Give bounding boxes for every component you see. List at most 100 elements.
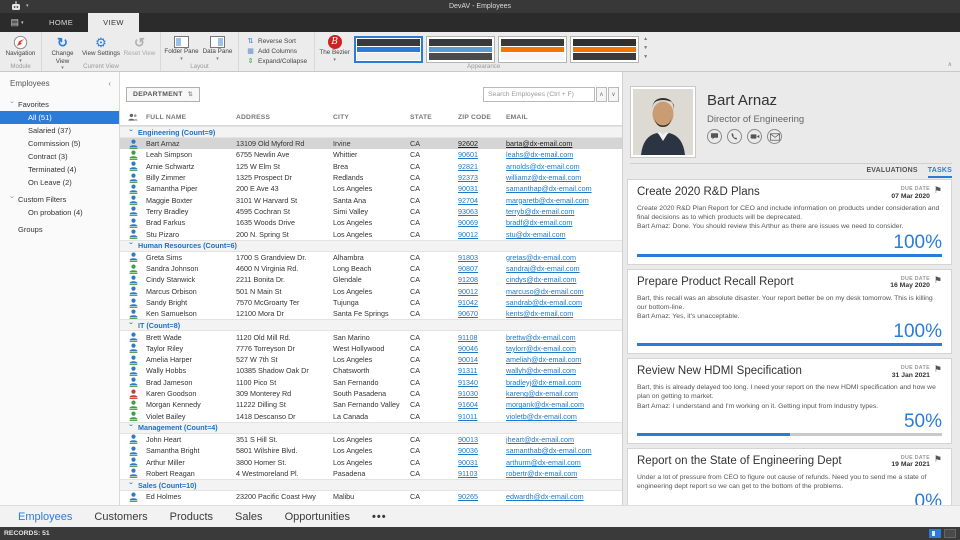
email-link[interactable]: jheart@dx-email.com [506,435,574,444]
employee-row-brad-jameson[interactable]: Brad Jameson1100 Pico StSan FernandoCA91… [120,377,622,388]
zip-link[interactable]: 90031 [458,184,478,193]
email-link[interactable]: wallyh@dx-email.com [506,366,576,375]
email-link[interactable]: edwardh@dx-email.com [506,492,584,501]
qat-dropdown-icon[interactable]: ▾ [26,3,29,9]
app-menu-button[interactable]: ▤ ▾ [0,13,34,32]
flag-icon[interactable]: ⚑ [934,186,942,195]
tab-evaluations[interactable]: EVALUATIONS [866,167,917,178]
task-card-report-on-the-state-of-engineering-dept[interactable]: Report on the State of Engineering DeptD… [627,448,952,505]
email-link[interactable]: arthurm@dx-email.com [506,458,581,467]
employee-row-leah-simpson[interactable]: Leah Simpson6755 Newlin AveWhittierCA906… [120,149,622,160]
zip-link[interactable]: 91604 [458,400,478,409]
group-header-human-resources[interactable]: ›Human Resources (Count=6) [120,240,622,252]
zip-link[interactable]: 92704 [458,196,478,205]
skin-swatch-blue-dark[interactable] [426,36,495,63]
sidebar-collapse-icon[interactable]: ‹ [108,79,111,88]
gallery-scroll-down-icon[interactable]: ▼ [643,46,648,51]
employee-row-john-heart[interactable]: John Heart351 S Hill St.Los AngelesCA900… [120,434,622,445]
zip-link[interactable]: 90265 [458,492,478,501]
zip-link[interactable]: 90012 [458,287,478,296]
email-link[interactable]: williamz@dx-email.com [506,173,581,182]
email-link[interactable]: arnolds@dx-email.com [506,162,580,171]
sidebar-item-on-leave-2[interactable]: On Leave (2) [0,176,119,189]
search-input[interactable] [483,87,595,102]
sidebar-item-on-probation-4[interactable]: On probation (4) [0,206,119,219]
group-header-management[interactable]: ›Management (Count=4) [120,422,622,434]
column-header-state[interactable]: STATE [410,114,458,121]
column-header-address[interactable]: ADDRESS [236,114,333,121]
email-link[interactable]: samanthab@dx-email.com [506,446,592,455]
email-link[interactable]: terryb@dx-email.com [506,207,574,216]
column-header-full-name[interactable]: FULL NAME [146,114,236,121]
task-card-prepare-product-recall-report[interactable]: Prepare Product Recall ReportDUE DATE16 … [627,269,952,355]
ribbon-tab-view[interactable]: VIEW [88,13,139,32]
zip-link[interactable]: 91208 [458,275,478,284]
reverse-sort-button[interactable]: ⇅ Reverse Sort [246,37,307,45]
sidebar-section-groups[interactable]: ›Groups [0,222,119,236]
employee-row-wally-hobbs[interactable]: Wally Hobbs10385 Shadow Oak DrChatsworth… [120,365,622,376]
employee-row-billy-zimmer[interactable]: Billy Zimmer1325 Prospect DrRedlandsCA92… [120,172,622,183]
email-link[interactable]: samanthap@dx-email.com [506,184,592,193]
employee-row-taylor-riley[interactable]: Taylor Riley7776 Torreyson DrWest Hollyw… [120,343,622,354]
sidebar-item-commission-5[interactable]: Commission (5) [0,137,119,150]
data-pane-button[interactable]: Data Pane ▾ [200,34,235,62]
change-view-button[interactable]: ↻ Change View ▾ [45,34,80,62]
group-header-engineering[interactable]: ›Engineering (Count=9) [120,126,622,138]
chat-button[interactable] [707,129,722,144]
zip-link[interactable]: 90046 [458,344,478,353]
employee-row-ken-samuelson[interactable]: Ken Samuelson12100 Mora DrSanta Fe Sprin… [120,308,622,319]
employee-row-robert-reagan[interactable]: Robert Reagan4 Westmoreland Pl.PasadenaC… [120,468,622,479]
nav-item-opportunities[interactable]: Opportunities [285,511,350,523]
zip-link[interactable]: 90807 [458,264,478,273]
email-link[interactable]: bradleyj@dx-email.com [506,378,581,387]
employee-row-sandra-johnson[interactable]: Sandra Johnson4600 N Virginia Rd.Long Be… [120,263,622,274]
column-header-city[interactable]: CITY [333,114,410,121]
sidebar-item-salaried-37[interactable]: Salaried (37) [0,124,119,137]
folder-pane-button[interactable]: Folder Pane ▾ [164,34,199,62]
flag-icon[interactable]: ⚑ [934,365,942,374]
email-link[interactable]: sandraj@dx-email.com [506,264,580,273]
skin-swatch-orange-light[interactable] [498,36,567,63]
employee-row-violet-bailey[interactable]: Violet Bailey1418 Descanso DrLa CanadaCA… [120,411,622,422]
phone-button[interactable] [727,129,742,144]
task-card-review-new-hdmi-specification[interactable]: Review New HDMI SpecificationDUE DATE31 … [627,358,952,444]
employee-row-samantha-piper[interactable]: Samantha Piper200 E Ave 43Los AngelesCA9… [120,183,622,194]
email-link[interactable]: stu@dx-email.com [506,230,566,239]
email-button[interactable] [767,129,782,144]
zip-link[interactable]: 91108 [458,333,477,342]
zip-link[interactable]: 90601 [458,150,478,159]
employee-row-morgan-kennedy[interactable]: Morgan Kennedy11222 Dilling StSan Fernan… [120,399,622,410]
zip-link[interactable]: 92373 [458,173,478,182]
email-link[interactable]: kents@dx-email.com [506,309,573,318]
bezier-skin-button[interactable]: B The Bezier ▾ [318,34,351,62]
email-link[interactable]: sandrab@dx-email.com [506,298,582,307]
group-by-chip[interactable]: DEPARTMENT ⇅ [126,87,200,102]
nav-item-products[interactable]: Products [170,511,213,523]
video-button[interactable] [747,129,762,144]
zip-link[interactable]: 90014 [458,355,478,364]
employee-row-stu-pizaro[interactable]: Stu Pizaro200 N. Spring StLos AngelesCA9… [120,228,622,239]
zip-link[interactable]: 90036 [458,446,478,455]
add-columns-button[interactable]: ▦ Add Columns [246,47,307,55]
email-link[interactable]: cindys@dx-email.com [506,275,576,284]
layout-toggle-data-icon[interactable] [944,529,956,538]
employee-row-sandy-bright[interactable]: Sandy Bright7570 McGroarty TerTujungaCA9… [120,297,622,308]
email-link[interactable]: brettw@dx-email.com [506,333,576,342]
zip-link[interactable]: 90670 [458,309,478,318]
group-header-sales[interactable]: ›Sales (Count=10) [120,479,622,491]
zip-link[interactable]: 92821 [458,162,478,171]
employee-row-greta-sims[interactable]: Greta Sims1700 S Grandview Dr.AlhambraCA… [120,252,622,263]
icon-column-header[interactable] [120,113,146,122]
email-link[interactable]: barta@dx-email.com [506,139,572,148]
zip-link[interactable]: 90012 [458,230,478,239]
employee-row-terry-bradley[interactable]: Terry Bradley4595 Cochran StSimi ValleyC… [120,206,622,217]
email-link[interactable]: marcuso@dx-email.com [506,287,584,296]
nav-item-employees[interactable]: Employees [18,511,72,523]
nav-item-more[interactable]: ••• [372,511,387,523]
employee-row-marcus-orbison[interactable]: Marcus Orbison501 N Main StLos AngelesCA… [120,286,622,297]
expand-collapse-button[interactable]: ⇕ Expand/Collapse [246,57,307,65]
zip-link[interactable]: 91340 [458,378,478,387]
zip-link[interactable]: 90031 [458,458,478,467]
flag-icon[interactable]: ⚑ [934,455,942,464]
email-link[interactable]: kareng@dx-email.com [506,389,578,398]
